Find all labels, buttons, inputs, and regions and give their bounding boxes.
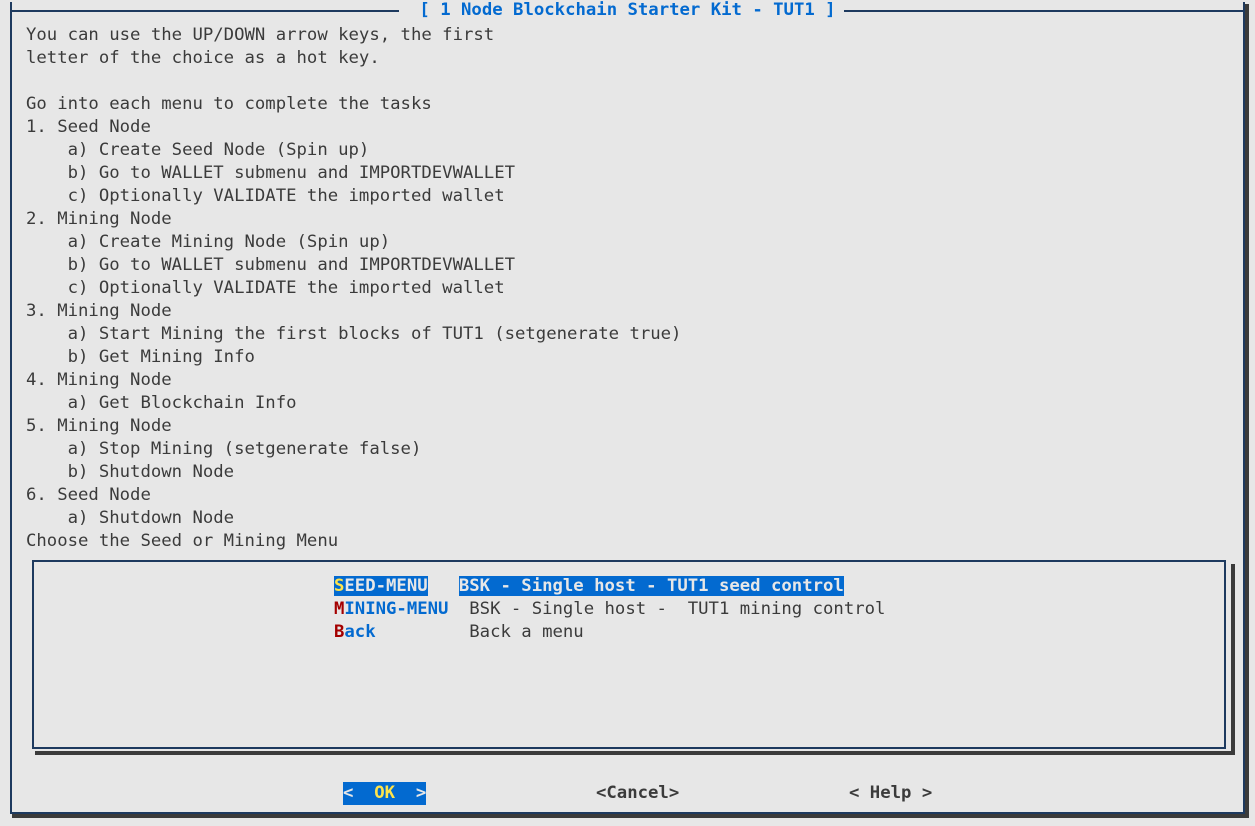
menu-shadow: [1231, 564, 1235, 755]
menu-listbox: SEED-MENU BSK - Single host - TUT1 seed …: [32, 560, 1226, 749]
menu-desc: BSK - Single host - TUT1 mining control: [459, 599, 886, 619]
button-bar: < OK > <Cancel> < Help >: [12, 782, 1243, 806]
menu-shadow: [35, 751, 1234, 755]
menu-item-back[interactable]: Back Back a menu: [334, 621, 885, 644]
menu-hotkey: M: [334, 599, 344, 619]
instructions-text: You can use the UP/DOWN arrow keys, the …: [26, 24, 1229, 553]
menu-hotkey: S: [334, 576, 344, 596]
menu-desc: BSK - Single host - TUT1 seed control: [459, 576, 844, 596]
menu-item-mining[interactable]: MINING-MENU BSK - Single host - TUT1 min…: [334, 598, 885, 621]
ok-button[interactable]: < OK >: [343, 782, 426, 805]
help-button[interactable]: < Help >: [849, 782, 932, 805]
dialog-shadow: [1245, 4, 1249, 818]
dialog-title: [ 1 Node Blockchain Starter Kit - TUT1 ]: [419, 0, 835, 22]
menu-item-seed[interactable]: SEED-MENU BSK - Single host - TUT1 seed …: [334, 575, 885, 598]
cancel-button[interactable]: <Cancel>: [596, 782, 679, 805]
menu-tag: EED-MENU: [344, 576, 427, 596]
title-rule-left: [12, 10, 399, 12]
title-rule-right: [844, 10, 1243, 12]
menu-tag: INING-MENU: [344, 599, 448, 619]
menu-desc: Back a menu: [459, 622, 584, 642]
menu-hotkey: B: [334, 622, 344, 642]
menu-tag: ack: [344, 622, 375, 642]
menu-items: SEED-MENU BSK - Single host - TUT1 seed …: [334, 575, 885, 644]
dialog-frame: [ 1 Node Blockchain Starter Kit - TUT1 ]…: [10, 2, 1245, 814]
dialog-shadow: [12, 814, 1249, 818]
title-bar: [ 1 Node Blockchain Starter Kit - TUT1 ]: [12, 1, 1243, 21]
